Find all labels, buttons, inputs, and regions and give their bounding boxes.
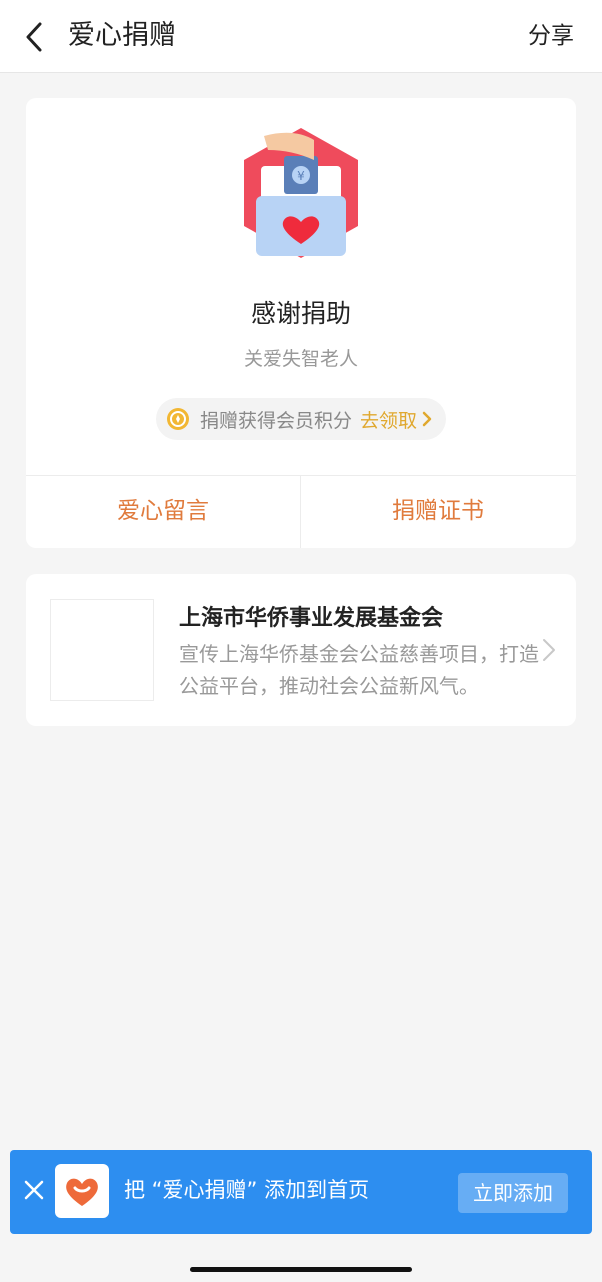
share-button[interactable]: 分享 <box>528 18 574 54</box>
organization-logo <box>50 599 154 701</box>
back-chevron-icon[interactable] <box>18 20 52 54</box>
add-now-button[interactable]: 立即添加 <box>458 1173 568 1213</box>
donation-card: ¥ 感谢捐助 关爱失智老人 捐赠获得会员积分 去领取 爱心留言 捐赠证书 <box>26 98 576 548</box>
thanks-heading: 感谢捐助 <box>250 299 351 328</box>
points-text: 捐赠获得会员积分 <box>200 409 353 432</box>
claim-points-link[interactable]: 去领取 <box>360 406 417 433</box>
home-indicator[interactable] <box>190 1267 412 1272</box>
app-logo <box>55 1164 109 1218</box>
organization-card[interactable]: 上海市华侨事业发展基金会 宣传上海华侨基金会公益慈善项目，打造公益平台，推动社会… <box>26 574 576 726</box>
organization-description: 宣传上海华侨基金会公益慈善项目，打造公益平台，推动社会公益新风气。 <box>179 642 539 698</box>
arrow-right-icon <box>422 411 432 427</box>
banner-text: 把 “爱心捐赠” 添加到首页 <box>124 1178 370 1202</box>
organization-name: 上海市华侨事业发展基金会 <box>179 606 444 631</box>
project-name: 关爱失智老人 <box>243 348 358 370</box>
points-pill[interactable]: 捐赠获得会员积分 去领取 <box>156 398 446 440</box>
love-message-button[interactable]: 爱心留言 <box>26 476 300 548</box>
donation-certificate-button[interactable]: 捐赠证书 <box>301 476 575 548</box>
close-icon[interactable] <box>22 1178 46 1202</box>
medal-icon <box>167 408 189 430</box>
add-to-home-banner: 把 “爱心捐赠” 添加到首页 立即添加 <box>10 1150 592 1234</box>
heart-logo-icon <box>66 1178 98 1206</box>
donation-illustration-icon: ¥ <box>244 128 358 258</box>
chevron-right-icon <box>543 639 555 661</box>
top-nav-bar: 爱心捐赠 分享 <box>0 0 602 73</box>
page-title: 爱心捐赠 <box>68 20 176 51</box>
svg-text:¥: ¥ <box>297 169 305 183</box>
